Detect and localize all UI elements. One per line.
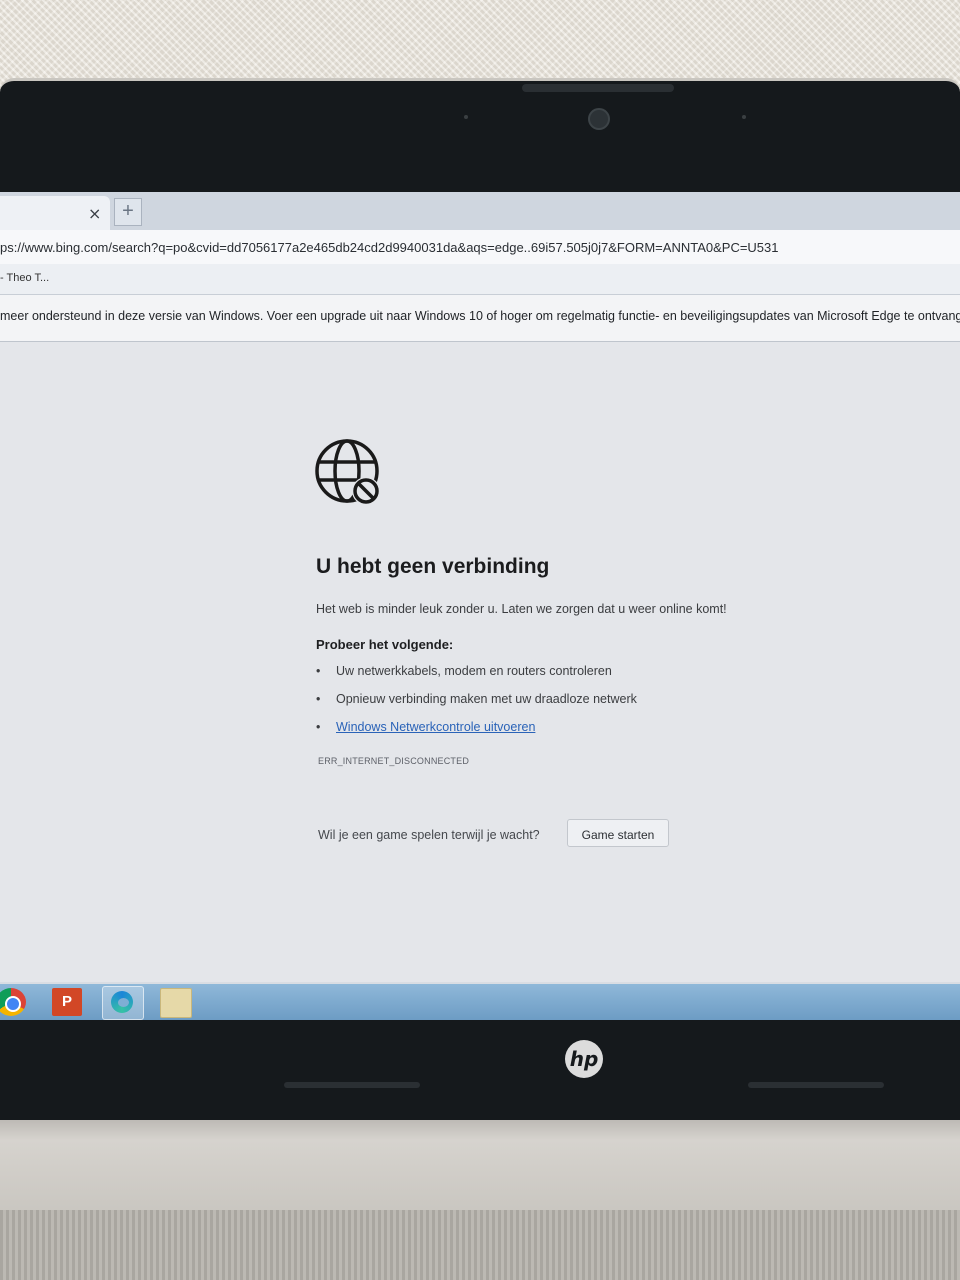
vent	[748, 1082, 884, 1088]
hp-logo-icon: hp	[565, 1040, 603, 1078]
page-subtitle: Het web is minder leuk zonder u. Laten w…	[316, 602, 727, 616]
list-item: Windows Netwerkcontrole uitvoeren	[316, 720, 637, 748]
game-prompt: Wil je een game spelen terwijl je wacht?	[318, 828, 540, 842]
unsupported-os-infobar: meer ondersteund in deze versie van Wind…	[0, 295, 960, 342]
folder-icon[interactable]	[160, 988, 192, 1018]
sensor-dot	[464, 115, 468, 119]
suggestions-heading: Probeer het volgende:	[316, 637, 454, 652]
keyboard-deck	[0, 1210, 960, 1280]
favorite-item[interactable]: - Theo T...	[0, 272, 49, 284]
list-item: Uw netwerkkabels, modem en routers contr…	[316, 664, 637, 692]
webcam-icon	[588, 108, 610, 130]
error-code: ERR_INTERNET_DISCONNECTED	[318, 756, 470, 766]
page-title: U hebt geen verbinding	[316, 555, 550, 578]
globe-blocked-icon	[315, 439, 380, 505]
taskbar: P	[0, 984, 960, 1020]
favorites-bar: - Theo T...	[0, 264, 960, 295]
error-page: U hebt geen verbinding Het web is minder…	[0, 342, 960, 982]
address-bar[interactable]: ps://www.bing.com/search?q=po&cvid=dd705…	[0, 230, 960, 265]
tab-bar: × +	[0, 192, 960, 230]
sensor-dot	[742, 115, 746, 119]
browser-tab[interactable]: ×	[0, 196, 110, 230]
chrome-icon[interactable]	[0, 988, 26, 1016]
new-tab-button[interactable]: +	[114, 198, 142, 226]
camera-strip	[522, 84, 674, 92]
laptop-screen: × + ps://www.bing.com/search?q=po&cvid=d…	[0, 192, 960, 1020]
infobar-message: meer ondersteund in deze versie van Wind…	[0, 309, 960, 323]
network-diagnostics-link[interactable]: Windows Netwerkcontrole uitvoeren	[336, 720, 535, 734]
edge-icon[interactable]	[102, 986, 144, 1020]
vent	[284, 1082, 420, 1088]
suggestions-list: Uw netwerkkabels, modem en routers contr…	[316, 664, 637, 748]
close-tab-icon[interactable]: ×	[88, 204, 101, 223]
start-game-button[interactable]: Game starten	[567, 819, 669, 847]
powerpoint-icon[interactable]: P	[52, 988, 82, 1016]
url-text[interactable]: ps://www.bing.com/search?q=po&cvid=dd705…	[0, 240, 779, 255]
list-item: Opnieuw verbinding maken met uw draadloz…	[316, 692, 637, 720]
